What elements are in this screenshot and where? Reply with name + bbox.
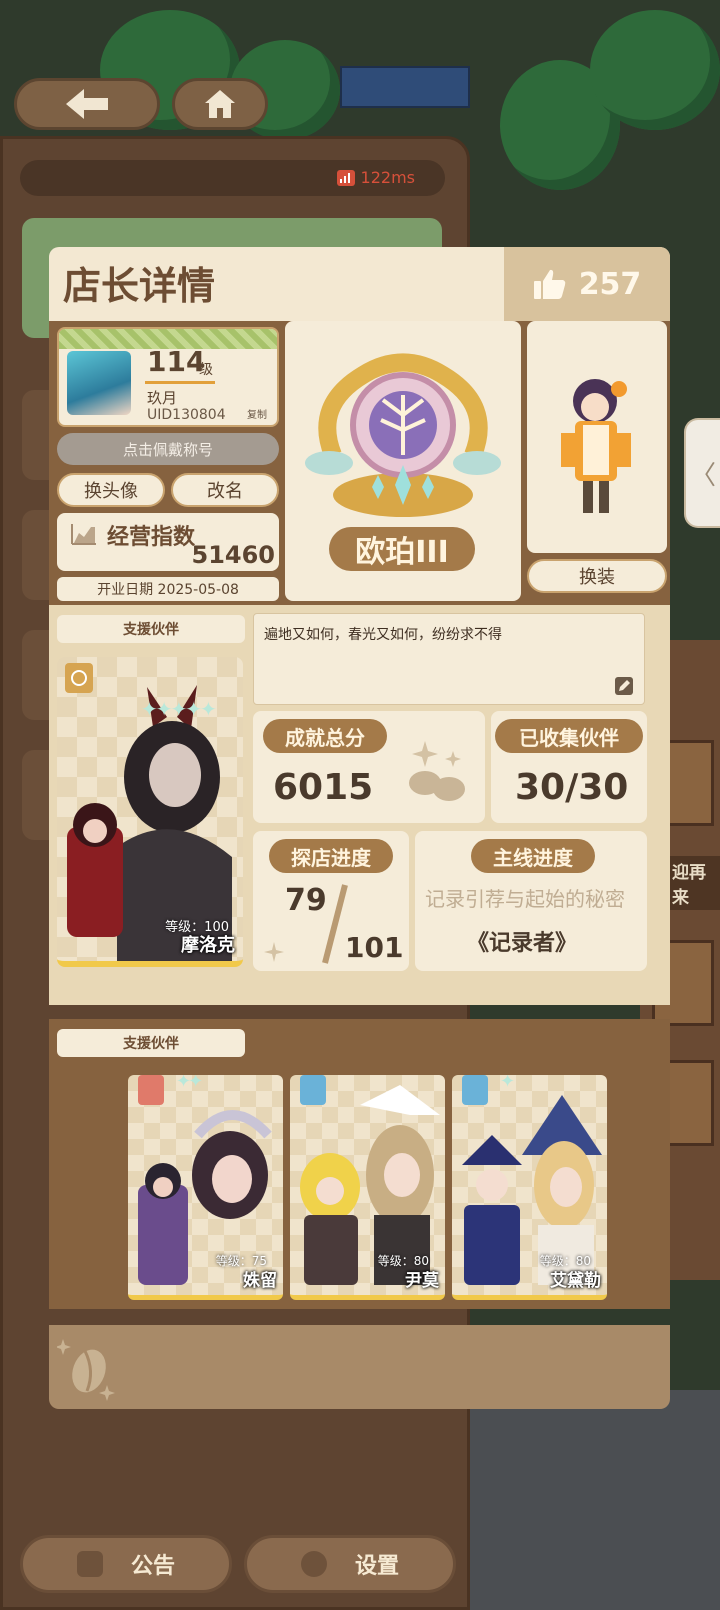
coffee-bean-icon xyxy=(409,741,465,801)
partner-name: 艾黛勒 xyxy=(550,1271,601,1291)
home-button[interactable] xyxy=(172,78,268,130)
tree xyxy=(590,10,720,130)
faction-badge-icon xyxy=(300,1075,326,1105)
signal-icon xyxy=(336,169,355,186)
partner-name: 尹莫 xyxy=(405,1271,439,1291)
support-partner-card[interactable]: ✦✦ 等级：75 姝留 xyxy=(128,1075,283,1300)
sparkle-icon xyxy=(264,942,284,962)
faction-badge-icon xyxy=(138,1075,164,1105)
like-count: 257 xyxy=(578,266,642,302)
ping-value: 122ms xyxy=(360,168,415,187)
main-story-chapter: 《记录者》 xyxy=(467,931,578,956)
shop-awning xyxy=(340,66,470,108)
rank-box: 欧珀III xyxy=(285,321,521,601)
back-button[interactable] xyxy=(14,78,160,130)
partner-stars: ✦✦✦✦✦ xyxy=(141,697,217,721)
support-partner-card[interactable]: 等级：80 尹莫 xyxy=(290,1075,445,1300)
notice-button[interactable]: 公告 xyxy=(20,1535,232,1593)
wear-title-button[interactable]: 点击佩戴称号 xyxy=(57,433,279,465)
change-avatar-button[interactable]: 换头像 xyxy=(57,473,165,507)
settings-label: 设置 xyxy=(354,1554,399,1579)
motto-field[interactable]: 遍地又如何，春光又如何，纷纷求不得 xyxy=(253,613,645,705)
avatar[interactable] xyxy=(67,351,131,415)
achievement-box: 成就总分 6015 xyxy=(253,711,485,823)
thumbs-up-icon xyxy=(533,269,565,299)
chart-icon xyxy=(71,524,96,545)
rank-emblem-icon xyxy=(305,353,501,517)
main-support-partner-card[interactable]: ✦✦✦✦✦ 等级：100 摩洛克 xyxy=(57,657,243,967)
card-header: 店长详情 257 xyxy=(49,247,670,321)
collection-section xyxy=(49,1325,670,1409)
achievement-value: 6015 xyxy=(273,767,374,808)
support-partner-card[interactable]: ✦ 等级：80 艾黛勒 xyxy=(452,1075,607,1300)
support-row-label: 支援伙伴 xyxy=(57,1029,245,1057)
notice-label: 公告 xyxy=(130,1554,175,1579)
main-story-subtitle: 记录引荐与起始的秘密 xyxy=(425,887,625,911)
gear-icon xyxy=(300,1551,327,1577)
side-partial-label: 迎再来 xyxy=(668,856,720,910)
collected-box: 已收集伙伴 30/30 xyxy=(491,711,647,823)
arrow-left-icon xyxy=(66,89,108,119)
collected-label: 已收集伙伴 xyxy=(495,719,643,753)
player-uid: UID130804 xyxy=(147,407,226,423)
profile-card: 114 级 玖月 UID130804 复制 xyxy=(57,327,279,427)
faction-badge-icon xyxy=(462,1075,488,1105)
copy-uid-button[interactable]: 复制 xyxy=(247,406,267,421)
explore-total: 101 xyxy=(345,931,404,964)
coffee-bean-icon xyxy=(57,1339,115,1401)
collapse-tab[interactable]: 〈 xyxy=(684,418,720,528)
like-button[interactable]: 257 xyxy=(504,247,670,321)
partner-name: 姝留 xyxy=(243,1271,277,1291)
explore-progress-box: 探店进度 79 101 xyxy=(253,831,409,971)
ping-indicator: 122ms xyxy=(336,168,415,187)
open-date: 开业日期 2025-05-08 xyxy=(57,577,279,601)
chevron-left-icon: 〈 xyxy=(689,460,716,491)
player-name: 玖月 xyxy=(147,389,178,407)
business-index-box: 经营指数 51460 xyxy=(57,513,279,571)
rank-name: 欧珀III xyxy=(329,527,475,571)
explore-label: 探店进度 xyxy=(269,839,393,873)
achievement-label: 成就总分 xyxy=(263,719,387,753)
settings-button[interactable]: 设置 xyxy=(244,1535,456,1593)
outfit-preview xyxy=(527,321,667,553)
rename-button[interactable]: 改名 xyxy=(171,473,279,507)
motto-text: 遍地又如何，春光又如何，纷纷求不得 xyxy=(264,627,502,643)
collected-value: 30/30 xyxy=(515,767,629,808)
character-sprite-icon xyxy=(561,379,631,513)
partner-stars: ✦ xyxy=(500,1075,515,1092)
edit-icon[interactable] xyxy=(614,676,634,696)
stats-section: 支援伙伴 ✦✦✦✦✦ 等级：100 摩洛克 遍地又如何，春光又如何，纷纷求不得 xyxy=(49,605,670,1005)
change-outfit-button[interactable]: 换装 xyxy=(527,559,667,593)
main-story-box[interactable]: 主线进度 记录引荐与起始的秘密 《记录者》 xyxy=(415,831,647,971)
home-icon xyxy=(205,90,235,118)
business-index-label: 经营指数 xyxy=(107,525,196,550)
partner-stars: ✦✦ xyxy=(176,1075,203,1092)
status-bar: 122ms xyxy=(20,160,445,196)
level-underline xyxy=(145,381,215,384)
business-index-value: 51460 xyxy=(191,541,276,569)
main-story-label: 主线进度 xyxy=(471,839,595,873)
level-unit: 级 xyxy=(199,362,213,378)
support-row-section: 支援伙伴 ✦✦ 等级：75 姝留 等级：80 尹莫 ✦ 等级：80 艾黛勒 xyxy=(49,1019,670,1309)
support-partner-label: 支援伙伴 xyxy=(57,615,245,643)
briefcase-icon xyxy=(76,1551,103,1577)
page-title: 店长详情 xyxy=(63,264,216,308)
manager-detail-card: 店长详情 257 114 级 玖月 UID130804 复制 点击佩戴称号 换头… xyxy=(49,247,670,1410)
partner-name: 摩洛克 xyxy=(181,935,235,956)
profile-section: 114 级 玖月 UID130804 复制 点击佩戴称号 换头像 改名 经营指数… xyxy=(49,321,670,605)
level-value: 114 xyxy=(147,345,206,378)
